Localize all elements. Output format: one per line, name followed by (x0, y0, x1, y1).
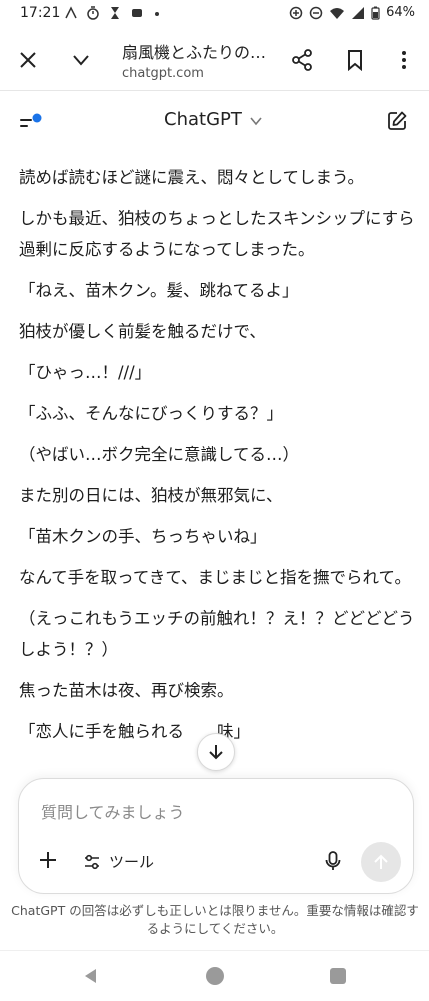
battery-level: 64% (386, 5, 415, 20)
dot-icon (155, 12, 159, 16)
status-bar: 17:21 64% (0, 0, 429, 28)
status-time: 17:21 (20, 5, 61, 21)
chevron-down-icon (73, 55, 89, 66)
menu-icon (20, 113, 42, 127)
message-paragraph: 読めば読むほど謎に震え、悶々としてしまう。 (19, 168, 365, 187)
more-options-button[interactable] (384, 40, 424, 80)
more-vert-icon (402, 51, 406, 69)
model-selector[interactable]: ChatGPT (164, 109, 242, 130)
page-title[interactable]: 扇風機とふたりの… (122, 39, 266, 63)
signal-boost-icon (65, 6, 77, 19)
data-saver-icon (289, 6, 303, 19)
cell-signal-icon (352, 6, 365, 19)
disclaimer-text: ChatGPT の回答は必ずしも正しいとは限りません。重要な情報は確認するように… (11, 903, 419, 936)
wifi-icon (330, 7, 345, 19)
sidebar-menu-button[interactable] (14, 106, 48, 136)
add-attachment-button[interactable] (37, 849, 59, 875)
sliders-icon (85, 854, 99, 869)
plus-icon (40, 852, 56, 868)
home-nav-icon[interactable] (205, 966, 225, 986)
share-button[interactable] (282, 40, 322, 80)
app-header: ChatGPT (0, 92, 429, 152)
back-nav-icon[interactable] (82, 967, 100, 985)
message-paragraph: しかも最近、狛枝のちょっとしたスキンシップにすら過剰に反応するようになってしまっ… (19, 209, 415, 259)
message-paragraph: 焦った苗木は夜、再び検索。 (19, 681, 234, 700)
assistant-message: 読めば読むほど謎に震え、悶々としてしまう。 しかも最近、狛枝のちょっとしたスキン… (19, 162, 415, 757)
status-system-icons: 64% (289, 5, 415, 20)
message-paragraph: （やばい…ボク完全に意識してる…） (19, 445, 300, 464)
timer-icon (87, 6, 99, 20)
message-paragraph: 「ひゃっ…！///」 (19, 363, 152, 382)
app-notification-icon (132, 9, 142, 17)
send-button[interactable] (361, 842, 401, 882)
prompt-input[interactable]: 質問してみましょう (41, 799, 185, 823)
page-url[interactable]: chatgpt.com (122, 66, 204, 81)
close-tab-button[interactable] (8, 40, 48, 80)
share-icon (292, 49, 312, 71)
scroll-to-bottom-button[interactable] (197, 733, 235, 771)
chevron-down-icon[interactable] (249, 114, 263, 128)
message-paragraph: 「ふふ、そんなにびっくりする？」 (19, 404, 283, 423)
recents-nav-icon[interactable] (329, 967, 347, 985)
system-nav-bar (0, 950, 429, 1001)
message-paragraph: 「ねえ、苗木クン。髪、跳ねてるよ」 (19, 281, 299, 300)
hourglass-icon (111, 7, 119, 19)
bookmark-icon (348, 50, 362, 71)
new-chat-button[interactable] (386, 110, 410, 134)
message-paragraph: 「苗木クンの手、ちっちゃいね」 (19, 527, 267, 546)
message-paragraph: なんて手を取ってきて、まじまじと指を撫でられて。 (19, 568, 412, 587)
message-paragraph: また別の日には、狛枝が無邪気に、 (19, 486, 283, 505)
arrow-up-icon (374, 854, 388, 869)
message-paragraph: （えっこれもうエッチの前触れ！？え！？どどどどうしよう！？） (19, 609, 415, 659)
bookmark-button[interactable] (335, 40, 375, 80)
do-not-disturb-icon (309, 6, 323, 19)
voice-input-button[interactable] (324, 850, 342, 876)
expand-button[interactable] (61, 40, 101, 80)
arrow-down-icon (209, 745, 223, 760)
tools-label: ツール (109, 853, 155, 871)
edit-icon (388, 111, 407, 130)
status-notification-icons (64, 6, 162, 20)
microphone-icon (325, 851, 341, 870)
browser-toolbar: 扇風機とふたりの… chatgpt.com (0, 30, 429, 91)
composer: 質問してみましょう ツール (18, 778, 414, 894)
message-paragraph: 狛枝が優しく前髪を触るだけで、 (19, 322, 266, 341)
tools-button[interactable]: ツール (83, 851, 154, 872)
close-icon (20, 52, 36, 68)
battery-icon (371, 6, 380, 20)
